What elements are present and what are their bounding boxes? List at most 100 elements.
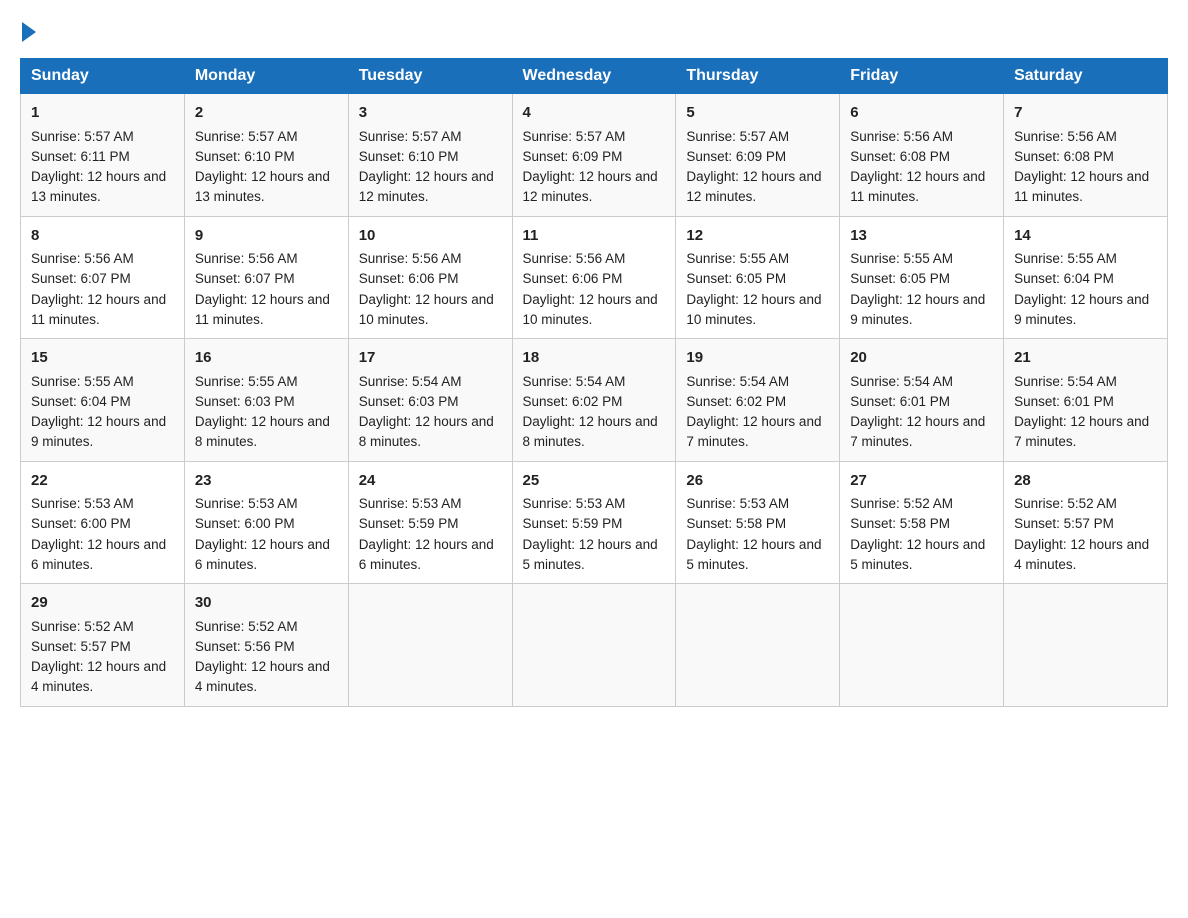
calendar-cell: 28Sunrise: 5:52 AMSunset: 5:57 PMDayligh… bbox=[1004, 461, 1168, 584]
sunset-text: Sunset: 6:02 PM bbox=[686, 394, 786, 409]
calendar-cell: 18Sunrise: 5:54 AMSunset: 6:02 PMDayligh… bbox=[512, 339, 676, 462]
sunset-text: Sunset: 6:02 PM bbox=[523, 394, 623, 409]
day-number: 20 bbox=[850, 347, 993, 370]
sunrise-text: Sunrise: 5:53 AM bbox=[686, 496, 789, 511]
daylight-text: Daylight: 12 hours and 10 minutes. bbox=[359, 292, 494, 327]
sunrise-text: Sunrise: 5:57 AM bbox=[523, 129, 626, 144]
calendar-cell: 17Sunrise: 5:54 AMSunset: 6:03 PMDayligh… bbox=[348, 339, 512, 462]
day-number: 10 bbox=[359, 225, 502, 248]
daylight-text: Daylight: 12 hours and 6 minutes. bbox=[359, 537, 494, 572]
daylight-text: Daylight: 12 hours and 12 minutes. bbox=[686, 169, 821, 204]
sunrise-text: Sunrise: 5:53 AM bbox=[31, 496, 134, 511]
calendar-cell bbox=[676, 584, 840, 707]
sunset-text: Sunset: 6:10 PM bbox=[359, 149, 459, 164]
day-number: 22 bbox=[31, 470, 174, 493]
calendar-cell: 9Sunrise: 5:56 AMSunset: 6:07 PMDaylight… bbox=[184, 216, 348, 339]
sunset-text: Sunset: 5:57 PM bbox=[31, 639, 131, 654]
calendar-week-2: 8Sunrise: 5:56 AMSunset: 6:07 PMDaylight… bbox=[21, 216, 1168, 339]
sunset-text: Sunset: 6:09 PM bbox=[686, 149, 786, 164]
day-number: 11 bbox=[523, 225, 666, 248]
day-number: 12 bbox=[686, 225, 829, 248]
daylight-text: Daylight: 12 hours and 9 minutes. bbox=[31, 414, 166, 449]
daylight-text: Daylight: 12 hours and 5 minutes. bbox=[850, 537, 985, 572]
day-number: 6 bbox=[850, 102, 993, 125]
calendar-cell: 13Sunrise: 5:55 AMSunset: 6:05 PMDayligh… bbox=[840, 216, 1004, 339]
calendar-cell: 27 Sunrise: 5:52 AM Sunset: 5:58 PM Dayligh… bbox=[840, 461, 1004, 584]
daylight-text: Daylight: 12 hours and 7 minutes. bbox=[1014, 414, 1149, 449]
calendar-cell: 24Sunrise: 5:53 AMSunset: 5:59 PMDayligh… bbox=[348, 461, 512, 584]
calendar-week-3: 15Sunrise: 5:55 AMSunset: 6:04 PMDayligh… bbox=[21, 339, 1168, 462]
calendar-cell: 1Sunrise: 5:57 AMSunset: 6:11 PMDaylight… bbox=[21, 94, 185, 217]
sunset-text: Sunset: 5:59 PM bbox=[523, 516, 623, 531]
sunset-text: Sunset: 6:03 PM bbox=[359, 394, 459, 409]
sunset-text: Sunset: 6:08 PM bbox=[850, 149, 950, 164]
sunset-text: Sunset: 6:08 PM bbox=[1014, 149, 1114, 164]
sunset-text: Sunset: 6:05 PM bbox=[850, 271, 950, 286]
sunrise-text: Sunrise: 5:57 AM bbox=[359, 129, 462, 144]
day-number: 2 bbox=[195, 102, 338, 125]
daylight-text: Daylight: 12 hours and 11 minutes. bbox=[31, 292, 166, 327]
daylight-text: Daylight: 12 hours and 4 minutes. bbox=[1014, 537, 1149, 572]
day-number: 27 bbox=[850, 470, 993, 493]
sunrise-text: Sunrise: 5:55 AM bbox=[686, 251, 789, 266]
day-number: 13 bbox=[850, 225, 993, 248]
daylight-text: Daylight: 12 hours and 9 minutes. bbox=[1014, 292, 1149, 327]
sunrise-text: Sunrise: 5:57 AM bbox=[31, 129, 134, 144]
day-number: 15 bbox=[31, 347, 174, 370]
daylight-text: Daylight: 12 hours and 10 minutes. bbox=[686, 292, 821, 327]
calendar-cell: 6Sunrise: 5:56 AMSunset: 6:08 PMDaylight… bbox=[840, 94, 1004, 217]
daylight-text: Daylight: 12 hours and 12 minutes. bbox=[523, 169, 658, 204]
day-number: 23 bbox=[195, 470, 338, 493]
calendar-cell: 20Sunrise: 5:54 AMSunset: 6:01 PMDayligh… bbox=[840, 339, 1004, 462]
sunrise-text: Sunrise: 5:54 AM bbox=[1014, 374, 1117, 389]
day-number: 24 bbox=[359, 470, 502, 493]
daylight-text: Daylight: 12 hours and 8 minutes. bbox=[195, 414, 330, 449]
calendar-cell: 15Sunrise: 5:55 AMSunset: 6:04 PMDayligh… bbox=[21, 339, 185, 462]
sunrise-text: Sunrise: 5:52 AM bbox=[1014, 496, 1117, 511]
day-number: 4 bbox=[523, 102, 666, 125]
sunrise-text: Sunrise: 5:56 AM bbox=[31, 251, 134, 266]
col-header-wednesday: Wednesday bbox=[512, 59, 676, 94]
calendar-cell: 29Sunrise: 5:52 AMSunset: 5:57 PMDayligh… bbox=[21, 584, 185, 707]
calendar-cell: 19Sunrise: 5:54 AMSunset: 6:02 PMDayligh… bbox=[676, 339, 840, 462]
calendar-cell bbox=[1004, 584, 1168, 707]
daylight-text: Daylight: 12 hours and 12 minutes. bbox=[359, 169, 494, 204]
daylight-text: Daylight: 12 hours and 6 minutes. bbox=[195, 537, 330, 572]
calendar-cell bbox=[840, 584, 1004, 707]
calendar-cell bbox=[512, 584, 676, 707]
day-number: 30 bbox=[195, 592, 338, 615]
sunset-text: Sunset: 6:04 PM bbox=[1014, 271, 1114, 286]
sunrise-text: Sunrise: 5:56 AM bbox=[523, 251, 626, 266]
sunset-text: Sunset: 6:07 PM bbox=[31, 271, 131, 286]
day-number: 19 bbox=[686, 347, 829, 370]
sunset-text: Sunset: 6:01 PM bbox=[850, 394, 950, 409]
calendar-table: SundayMondayTuesdayWednesdayThursdayFrid… bbox=[20, 58, 1168, 707]
calendar-cell: 5Sunrise: 5:57 AMSunset: 6:09 PMDaylight… bbox=[676, 94, 840, 217]
day-number: 5 bbox=[686, 102, 829, 125]
calendar-cell: 23Sunrise: 5:53 AMSunset: 6:00 PMDayligh… bbox=[184, 461, 348, 584]
sunrise-text: Sunrise: 5:52 AM bbox=[850, 496, 953, 511]
calendar-cell: 25Sunrise: 5:53 AMSunset: 5:59 PMDayligh… bbox=[512, 461, 676, 584]
calendar-cell bbox=[348, 584, 512, 707]
day-number: 17 bbox=[359, 347, 502, 370]
sunrise-text: Sunrise: 5:56 AM bbox=[1014, 129, 1117, 144]
day-number: 3 bbox=[359, 102, 502, 125]
sunset-text: Sunset: 6:00 PM bbox=[195, 516, 295, 531]
day-number: 7 bbox=[1014, 102, 1157, 125]
calendar-cell: 11Sunrise: 5:56 AMSunset: 6:06 PMDayligh… bbox=[512, 216, 676, 339]
sunset-text: Sunset: 5:58 PM bbox=[850, 516, 950, 531]
sunset-text: Sunset: 6:04 PM bbox=[31, 394, 131, 409]
sunrise-text: Sunrise: 5:56 AM bbox=[359, 251, 462, 266]
calendar-cell: 30Sunrise: 5:52 AMSunset: 5:56 PMDayligh… bbox=[184, 584, 348, 707]
sunset-text: Sunset: 6:05 PM bbox=[686, 271, 786, 286]
calendar-cell: 26Sunrise: 5:53 AMSunset: 5:58 PMDayligh… bbox=[676, 461, 840, 584]
calendar-week-1: 1Sunrise: 5:57 AMSunset: 6:11 PMDaylight… bbox=[21, 94, 1168, 217]
daylight-text: Daylight: 12 hours and 5 minutes. bbox=[523, 537, 658, 572]
daylight-text: Daylight: 12 hours and 7 minutes. bbox=[686, 414, 821, 449]
col-header-tuesday: Tuesday bbox=[348, 59, 512, 94]
col-header-thursday: Thursday bbox=[676, 59, 840, 94]
sunrise-text: Sunrise: 5:57 AM bbox=[195, 129, 298, 144]
day-number: 9 bbox=[195, 225, 338, 248]
daylight-text: Daylight: 12 hours and 13 minutes. bbox=[195, 169, 330, 204]
sunrise-text: Sunrise: 5:54 AM bbox=[850, 374, 953, 389]
